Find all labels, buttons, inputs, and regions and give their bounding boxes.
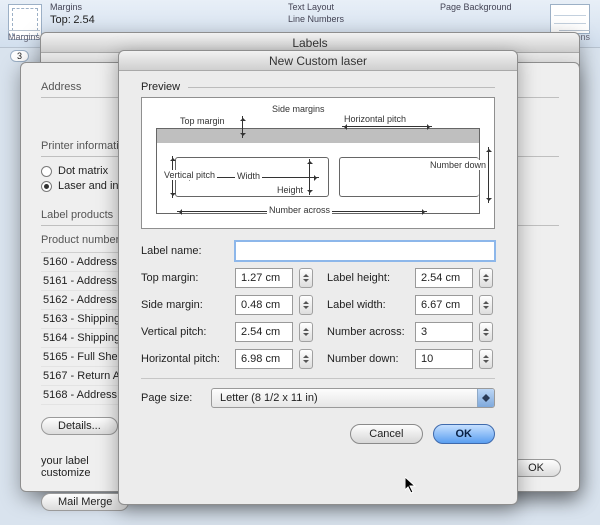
preview-label: Preview: [141, 81, 180, 93]
pv-num-across: Number across: [267, 205, 332, 215]
pv-height: Height: [275, 185, 305, 195]
horizontal-pitch-label: Horizontal pitch:: [141, 353, 229, 365]
ribbon-line-numbers[interactable]: Line Numbers: [288, 14, 344, 24]
label-name-input[interactable]: [235, 241, 495, 261]
cancel-button[interactable]: Cancel: [350, 424, 422, 444]
label-name-label: Label name:: [141, 245, 229, 257]
page-size-select[interactable]: Letter (8 1/2 x 11 in): [211, 388, 495, 408]
details-button[interactable]: Details...: [41, 417, 118, 435]
mail-merge-button[interactable]: Mail Merge: [41, 493, 129, 511]
preview-diagram: Width Height Number across Top margin Si…: [141, 97, 495, 229]
page-size-value: Letter (8 1/2 x 11 in): [211, 388, 495, 408]
horizontal-pitch-stepper[interactable]: [299, 349, 313, 369]
ribbon-margins-label[interactable]: Margins: [8, 30, 40, 42]
number-down-label: Number down:: [327, 353, 409, 365]
number-across-label: Number across:: [327, 326, 409, 338]
radio-icon: [41, 181, 52, 192]
vertical-pitch-stepper[interactable]: [299, 322, 313, 342]
vertical-pitch-input[interactable]: [235, 322, 293, 342]
ribbon-textlayout-group: Text Layout: [288, 2, 334, 12]
label-height-label: Label height:: [327, 272, 409, 284]
label-width-stepper[interactable]: [479, 295, 493, 315]
pv-side-margins: Side margins: [270, 104, 327, 114]
top-margin-input[interactable]: [235, 268, 293, 288]
label-height-input[interactable]: [415, 268, 473, 288]
side-margin-input[interactable]: [235, 295, 293, 315]
pv-vpitch: Vertical pitch: [162, 170, 217, 180]
new-custom-laser-dialog: New Custom laser Preview Width Height Nu…: [118, 50, 518, 505]
side-margin-stepper[interactable]: [299, 295, 313, 315]
label-height-stepper[interactable]: [479, 268, 493, 288]
number-across-input[interactable]: [415, 322, 473, 342]
vertical-pitch-label: Vertical pitch:: [141, 326, 229, 338]
pv-width: Width: [235, 171, 262, 181]
ribbon-margins-group: Margins: [50, 2, 82, 12]
number-down-stepper[interactable]: [479, 349, 493, 369]
ok-button[interactable]: OK: [433, 424, 496, 444]
label-width-label: Label width:: [327, 299, 409, 311]
range-start: 3: [10, 50, 29, 62]
dialog-titlebar: New Custom laser: [119, 51, 517, 71]
options-ok-button[interactable]: OK: [511, 459, 561, 477]
number-across-stepper[interactable]: [479, 322, 493, 342]
ribbon-top-label: Top: 2.54: [50, 14, 95, 26]
dropdown-icon: [477, 389, 494, 407]
pv-num-down: Number down: [428, 160, 488, 170]
pv-hpitch: Horizontal pitch: [342, 114, 408, 124]
radio-icon: [41, 166, 52, 177]
horizontal-pitch-input[interactable]: [235, 349, 293, 369]
page-size-label: Page size:: [141, 392, 205, 404]
label-width-input[interactable]: [415, 295, 473, 315]
top-margin-label: Top margin:: [141, 272, 229, 284]
ribbon-pagebg-group: Page Background: [440, 2, 512, 12]
side-margin-label: Side margin:: [141, 299, 229, 311]
top-margin-stepper[interactable]: [299, 268, 313, 288]
pv-top-margin: Top margin: [178, 116, 227, 126]
number-down-input[interactable]: [415, 349, 473, 369]
